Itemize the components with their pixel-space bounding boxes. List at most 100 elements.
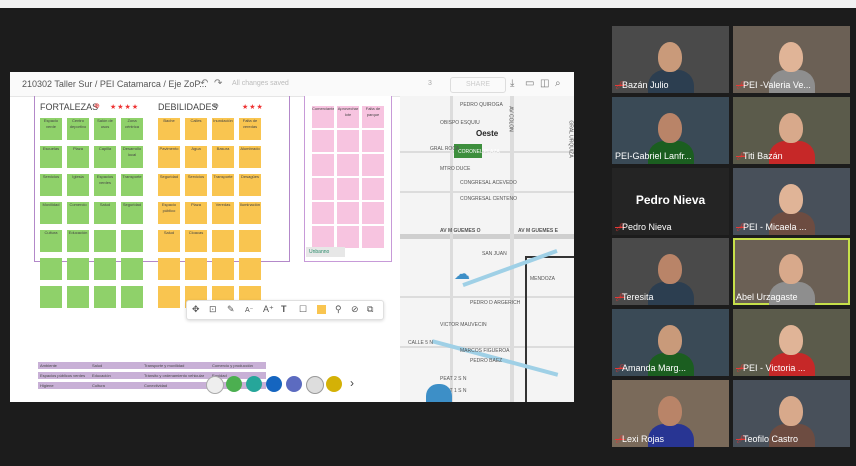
sticky-note[interactable]: Servicios xyxy=(40,174,62,196)
sticky-note[interactable] xyxy=(312,130,334,152)
participant-tile[interactable]: 🎤︎ PEI - Victoria ... xyxy=(733,309,850,376)
sticky-note[interactable] xyxy=(94,230,116,252)
sticky-note[interactable] xyxy=(158,258,180,280)
sticky-note[interactable] xyxy=(239,230,261,252)
sticky-note[interactable] xyxy=(94,258,116,280)
sticky-note[interactable]: Agua xyxy=(185,146,207,168)
duplicate-icon[interactable]: ⧉ xyxy=(367,304,373,315)
badge-icon[interactable] xyxy=(266,376,282,392)
sticky-note[interactable]: Plaza xyxy=(185,202,207,224)
sticky-note[interactable]: Veredas xyxy=(212,202,234,224)
sticky-note[interactable] xyxy=(337,202,359,224)
sticky-note[interactable]: Comerciantes xyxy=(312,106,334,128)
sticky-note[interactable] xyxy=(158,286,180,308)
badge-icon[interactable] xyxy=(246,376,262,392)
sticky-note[interactable] xyxy=(121,258,143,280)
sticky-note[interactable]: Plaza xyxy=(67,146,89,168)
sticky-note[interactable] xyxy=(312,226,334,248)
sticky-note[interactable]: Inundación xyxy=(212,118,234,140)
sticky-note[interactable] xyxy=(337,130,359,152)
sticky-note[interactable]: Aprovechar lote xyxy=(337,106,359,128)
sticky-note[interactable] xyxy=(212,230,234,252)
sticky-note[interactable] xyxy=(121,230,143,252)
sticky-note[interactable]: Espacio público xyxy=(158,202,180,224)
add-icon[interactable]: ⊕ xyxy=(94,102,101,110)
border-icon[interactable]: ☐ xyxy=(299,304,307,315)
badge-icon[interactable] xyxy=(226,376,242,392)
sticky-note[interactable] xyxy=(67,258,89,280)
chat-icon[interactable]: ◫ xyxy=(540,78,549,89)
remove-icon[interactable]: ⊖ xyxy=(213,102,220,110)
sticky-note[interactable] xyxy=(94,286,116,308)
sticky-note[interactable] xyxy=(337,226,359,248)
comment-icon[interactable]: ▭ xyxy=(525,78,534,89)
sticky-note[interactable]: Alumbrado xyxy=(239,146,261,168)
sticky-note[interactable]: Salud xyxy=(94,202,116,224)
sticky-note[interactable]: Espacios verdes xyxy=(94,174,116,196)
participant-tile[interactable]: Pedro Nieva 🎤︎ Pedro Nieva xyxy=(612,168,729,235)
map-board-label[interactable]: Unbanno xyxy=(306,247,345,257)
sticky-note[interactable] xyxy=(239,258,261,280)
share-button[interactable]: SHARE xyxy=(450,77,506,93)
sticky-note[interactable] xyxy=(362,226,384,248)
badge-icon[interactable] xyxy=(326,376,342,392)
participant-tile[interactable]: 🎤︎ Lexi Rojas xyxy=(612,380,729,447)
sticky-note[interactable] xyxy=(312,154,334,176)
sticky-note[interactable] xyxy=(185,258,207,280)
sticky-note[interactable] xyxy=(121,286,143,308)
participant-tile[interactable]: PEI-Gabriel Lanfr... xyxy=(612,97,729,164)
sticky-note[interactable]: Seguridad xyxy=(121,202,143,224)
sticky-note[interactable]: Bache xyxy=(158,118,180,140)
download-icon[interactable]: ⤓ xyxy=(510,78,514,89)
sticky-note[interactable]: Basura xyxy=(212,146,234,168)
participant-tile[interactable]: 🎤︎ Teresita xyxy=(612,238,729,305)
sticky-note[interactable]: Comercio xyxy=(67,202,89,224)
undo-icon[interactable]: ↶ xyxy=(200,78,208,89)
sticky-note[interactable]: Transporte xyxy=(121,174,143,196)
sticky-note[interactable]: Falta de parque xyxy=(362,106,384,128)
pen-icon[interactable]: ✎ xyxy=(227,304,235,315)
font-larger-icon[interactable]: A⁺ xyxy=(263,304,274,315)
badge-icon[interactable] xyxy=(306,376,324,394)
sticky-note[interactable]: Centro deportivo xyxy=(67,118,89,140)
sticky-note[interactable]: Cloacas xyxy=(185,230,207,252)
sticky-note[interactable]: Transporte xyxy=(212,174,234,196)
sticky-note[interactable]: Iluminación xyxy=(239,202,261,224)
participant-tile[interactable]: Abel Urzagaste xyxy=(733,238,850,305)
sticky-note[interactable]: Seguridad xyxy=(158,174,180,196)
sticky-note[interactable] xyxy=(362,202,384,224)
text-icon[interactable]: T xyxy=(281,304,287,314)
sticky-note[interactable]: Desarrollo local xyxy=(121,146,143,168)
link-icon[interactable]: ⚲ xyxy=(335,304,342,315)
sticky-note[interactable]: Calles xyxy=(185,118,207,140)
sticky-note[interactable]: Cultura xyxy=(40,230,62,252)
sticky-note[interactable] xyxy=(212,258,234,280)
sticky-note[interactable] xyxy=(40,286,62,308)
lock-icon[interactable]: ⊘ xyxy=(351,304,359,315)
participant-tile[interactable]: 🎤︎ Bazán Julio xyxy=(612,26,729,93)
sticky-note[interactable]: Espacio verde xyxy=(40,118,62,140)
search-icon[interactable]: ⌕ xyxy=(555,78,561,89)
sticky-note[interactable] xyxy=(67,286,89,308)
sticky-note[interactable] xyxy=(337,154,359,176)
participant-tile[interactable]: 🎤︎ Amanda Marg... xyxy=(612,309,729,376)
map-view[interactable]: Oeste CORONEL PLAZA PEDRO QUIROGA OBISPO… xyxy=(400,96,574,402)
sticky-note[interactable]: Educación xyxy=(67,230,89,252)
color-swatch[interactable] xyxy=(317,305,326,314)
sticky-note[interactable]: Zona céntrica xyxy=(121,118,143,140)
redo-icon[interactable]: ↷ xyxy=(214,78,222,89)
move-icon[interactable]: ✥ xyxy=(192,304,200,315)
participant-tile[interactable]: 🎤︎ Titi Bazán xyxy=(733,97,850,164)
sticky-note[interactable] xyxy=(362,130,384,152)
sticky-note[interactable]: Salón de usos xyxy=(94,118,116,140)
sticky-note[interactable] xyxy=(362,178,384,200)
badge-icon[interactable] xyxy=(286,376,302,392)
font-smaller-icon[interactable]: A⁻ xyxy=(245,306,253,314)
sticky-note[interactable]: Salud xyxy=(158,230,180,252)
sticky-note[interactable] xyxy=(362,154,384,176)
sticky-note[interactable] xyxy=(40,258,62,280)
badge-icon[interactable] xyxy=(206,376,224,394)
sticky-note[interactable]: Servicios xyxy=(185,174,207,196)
participant-tile[interactable]: 🎤︎ PEI - Micaela ... xyxy=(733,168,850,235)
crop-icon[interactable]: ⊡ xyxy=(209,304,217,315)
